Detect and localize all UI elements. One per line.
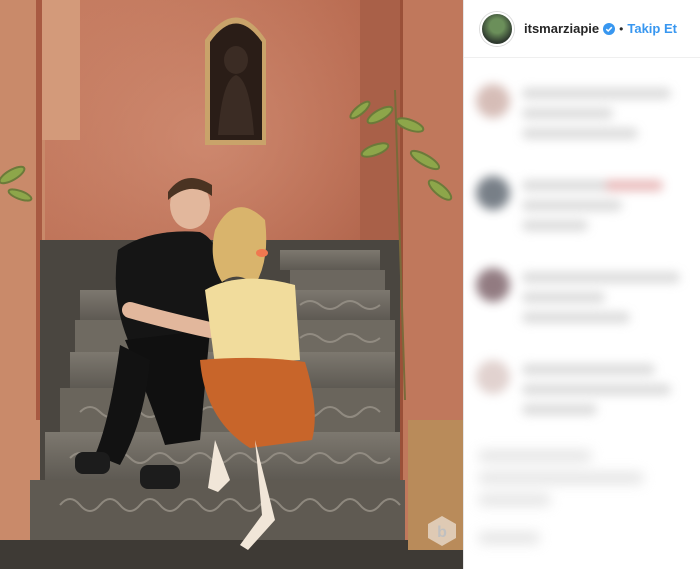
profile-avatar[interactable] xyxy=(480,11,514,46)
comment-avatar xyxy=(476,268,510,302)
watermark-logo-icon: b xyxy=(428,516,456,546)
post-photo: b xyxy=(0,0,463,569)
comment-item xyxy=(476,268,688,332)
post-sidebar: itsmarziapie • Takip Et xyxy=(463,0,700,569)
post-actions-blurred xyxy=(478,440,686,554)
comments-list xyxy=(464,58,700,462)
comment-avatar xyxy=(476,84,510,118)
comment-avatar xyxy=(476,360,510,394)
follow-button[interactable]: Takip Et xyxy=(627,21,677,36)
verified-badge-icon xyxy=(603,22,616,35)
comment-item xyxy=(476,360,688,424)
photo-scene xyxy=(0,0,463,569)
separator-dot: • xyxy=(619,21,624,36)
comment-item xyxy=(476,176,688,240)
post-header: itsmarziapie • Takip Et xyxy=(464,0,700,58)
svg-text:b: b xyxy=(437,524,447,541)
instagram-post-view: b itsmarziapie • Takip Et xyxy=(0,0,700,569)
comment-avatar xyxy=(476,176,510,210)
username[interactable]: itsmarziapie xyxy=(524,21,599,36)
comment-item xyxy=(476,84,688,148)
